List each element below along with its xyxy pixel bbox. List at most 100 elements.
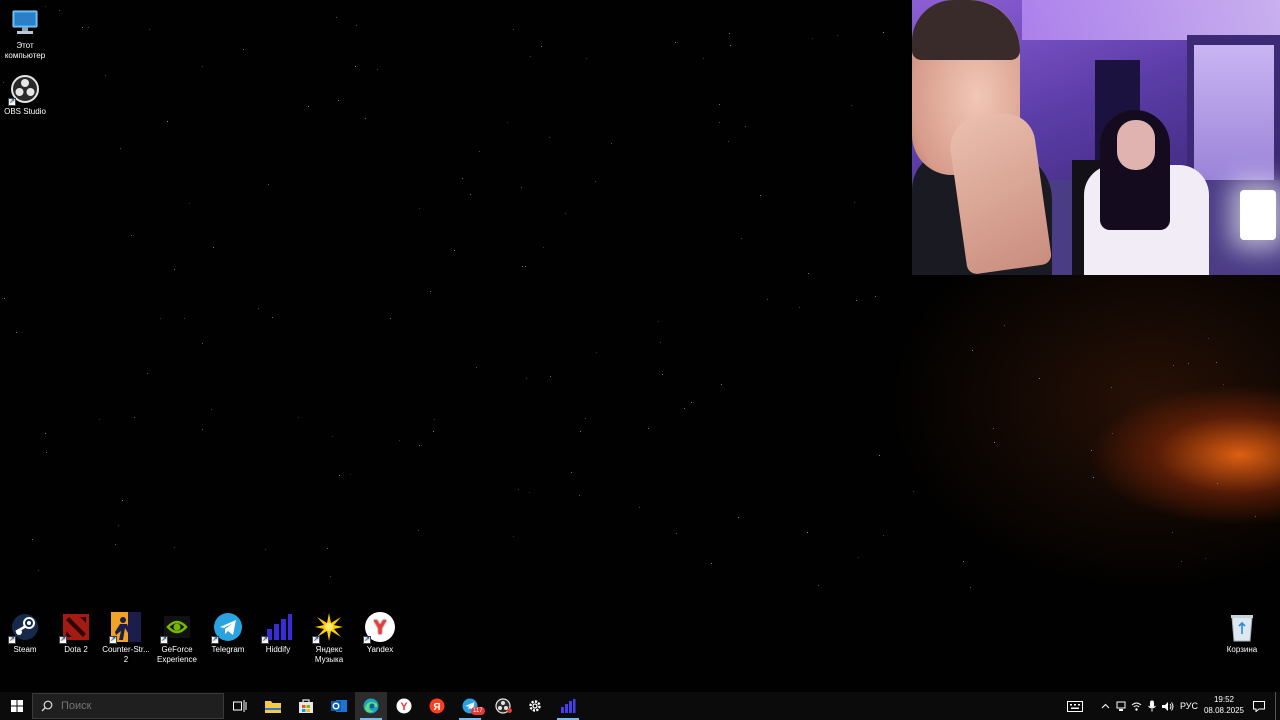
star [728,141,729,142]
shortcut-arrow-icon: ↗ [109,636,117,644]
star [419,208,420,209]
star [1093,477,1094,478]
taskbar-hiddify[interactable] [552,692,584,720]
taskbar-edge[interactable] [355,692,387,720]
star [272,317,273,318]
star [550,376,551,377]
taskbar-microsoft-store[interactable] [290,692,322,720]
star [82,27,83,28]
windows-logo-icon [11,700,23,712]
star [994,442,995,443]
star [1216,362,1217,363]
star [202,66,203,67]
star [529,492,530,493]
star [611,143,612,144]
star [327,548,328,549]
tray-volume[interactable] [1160,692,1176,720]
star [648,428,649,429]
star [308,106,309,107]
yandex-browser-icon: Y [396,698,412,714]
show-desktop-button[interactable] [1275,692,1280,720]
desktop-icon-steam[interactable]: ↗ Steam [0,610,52,655]
shortcut-arrow-icon: ↗ [261,636,269,644]
star [837,35,838,36]
star [174,269,175,270]
start-button[interactable] [0,692,34,720]
star [883,535,884,536]
taskbar-outlook[interactable] [323,692,355,720]
desktop-icon-this-pc[interactable]: Этот компьютер [0,6,52,61]
star [118,525,119,526]
desktop-icon-yandex[interactable]: Y ↗ Yandex [353,610,407,655]
star [16,332,17,333]
desktop-icon-telegram[interactable]: ↗ Telegram [201,610,255,655]
star [513,29,514,30]
star [807,532,808,533]
recycle-bin-icon [1225,610,1259,644]
desktop-icon-yandex-music[interactable]: ↗ Яндекс Музыка [302,610,356,665]
tray-network[interactable] [1129,692,1143,720]
desktop-icon-counter-strike-2[interactable]: ↗ Counter-Str... 2 [99,610,153,665]
taskbar-yandex-browser[interactable]: Y [388,692,420,720]
desktop-icon-dota2[interactable]: ↗ Dota 2 [49,610,103,655]
desktop-icon-label: Telegram [211,645,245,654]
star [32,539,33,540]
webcam-person-1-hair [912,0,1020,60]
taskbar-settings[interactable] [519,692,551,720]
taskbar-task-view[interactable] [224,692,256,720]
shortcut-arrow-icon: ↗ [8,636,16,644]
star [258,308,259,309]
star [336,17,337,18]
star [808,273,809,274]
speaker-icon [1162,701,1174,711]
taskbar-yandex[interactable]: Я [421,692,453,720]
star [202,429,203,430]
taskbar-telegram[interactable]: 117 [454,692,486,720]
star [1111,387,1112,388]
star [579,495,580,496]
desktop-icon-label: Dota 2 [64,645,88,654]
star [332,436,333,437]
desktop-icon-geforce-experience[interactable]: ↗ GeForce Experience [150,610,204,665]
chevron-up-icon [1101,703,1109,709]
star [767,299,768,300]
star [99,419,100,420]
star [298,417,299,418]
search-input[interactable] [59,699,213,713]
desktop-icon-obs-studio[interactable]: ↗ OBS Studio [0,72,52,117]
tray-action-center[interactable] [1250,692,1268,720]
star [525,266,526,267]
star [799,307,800,308]
desktop-icon-label: Яндекс Музыка [314,645,344,664]
star [658,321,659,322]
desktop-icon-hiddify[interactable]: ↗ Hiddify [251,610,305,655]
star [513,536,514,537]
star [521,187,522,188]
star [676,533,677,534]
star [211,409,212,410]
star [719,122,720,123]
desktop-icon-label: Корзина [1226,645,1258,654]
tray-clock[interactable]: 19:52 08.08.2025 [1196,694,1252,716]
shortcut-arrow-icon: ↗ [160,636,168,644]
taskbar-file-explorer[interactable] [257,692,289,720]
star [115,544,116,545]
svg-text:Я: Я [433,702,440,713]
star [721,384,722,385]
star [105,75,106,76]
star [526,378,527,379]
star [549,137,550,138]
star [338,100,339,101]
computer-icon [8,6,42,40]
taskbar-obs-studio[interactable] [487,692,519,720]
star [202,343,203,344]
tray-keyboard[interactable] [1064,692,1086,720]
star [522,266,523,267]
tray-microphone[interactable] [1145,692,1159,720]
gear-icon [529,700,541,712]
device-icon [1116,701,1126,711]
tray-show-hidden-icons[interactable] [1097,692,1113,720]
tray-device[interactable] [1114,692,1128,720]
taskbar-search-box[interactable] [32,693,224,719]
desktop-icon-recycle-bin[interactable]: Корзина [1215,610,1269,655]
